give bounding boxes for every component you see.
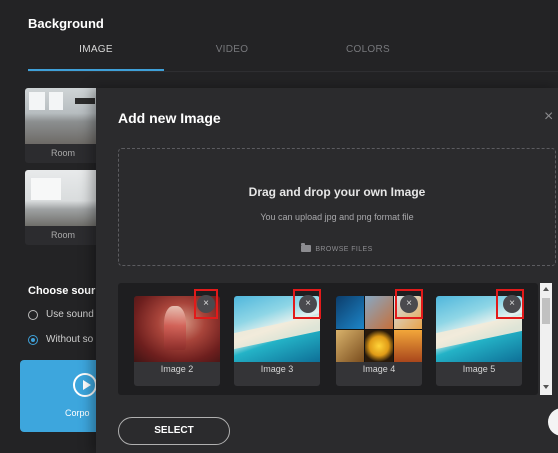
video-card[interactable]: Corpo [20, 360, 100, 432]
dropzone-title: Drag and drop your own Image [248, 185, 426, 199]
video-card-label: Corpo [65, 408, 90, 418]
use-sound-option[interactable]: Use sound [28, 309, 94, 320]
tab-image[interactable]: IMAGE [28, 44, 164, 55]
use-sound-label: Use sound [46, 309, 94, 320]
radio-selected-icon[interactable] [28, 334, 38, 345]
background-tabs: IMAGE VIDEO COLORS [28, 38, 558, 72]
gallery-scrollbar[interactable] [540, 283, 552, 395]
modal-title: Add new Image [118, 110, 221, 126]
room-card[interactable]: Room [25, 88, 101, 163]
image-label: Image 2 [160, 364, 194, 374]
scroll-up-icon[interactable] [543, 287, 549, 291]
image-gallery: Image 2 Image 3 Image 4 Image 5 × × × × [118, 283, 538, 395]
highlight-box [293, 289, 321, 319]
without-sound-label: Without so [46, 334, 94, 345]
room-thumbnail [25, 170, 101, 226]
tab-video[interactable]: VIDEO [164, 44, 300, 55]
add-image-modal: Add new Image × Drag and drop your own I… [96, 88, 558, 453]
tab-colors[interactable]: COLORS [300, 44, 436, 55]
room-thumbnail [25, 88, 101, 144]
browse-files-link[interactable]: BROWSE FILES [119, 243, 555, 253]
folder-icon [301, 243, 312, 252]
radio-icon[interactable] [28, 309, 38, 320]
image-label: Image 4 [362, 364, 396, 374]
highlight-box [395, 289, 423, 319]
play-icon[interactable] [73, 373, 97, 397]
room-label: Room [50, 148, 75, 158]
active-tab-underline [28, 69, 164, 71]
scrollbar-thumb[interactable] [542, 298, 550, 324]
room-card[interactable]: Room [25, 170, 101, 245]
without-sound-option[interactable]: Without so [28, 334, 93, 345]
highlight-box [496, 289, 524, 319]
tabs-divider [28, 71, 558, 72]
choose-sound-title: Choose sour [28, 285, 96, 297]
scroll-down-icon[interactable] [543, 385, 549, 389]
select-button[interactable]: SELECT [118, 417, 230, 445]
upload-dropzone[interactable]: Drag and drop your own Image You can upl… [118, 148, 556, 266]
highlight-box [194, 289, 218, 319]
image-label: Image 3 [260, 364, 294, 374]
image-label: Image 5 [462, 364, 496, 374]
dropzone-subtitle: You can upload jpg and png format file [260, 212, 414, 222]
browse-files-label: BROWSE FILES [315, 246, 373, 253]
close-icon[interactable]: × [544, 108, 553, 126]
room-label: Room [50, 230, 75, 240]
background-title: Background [28, 16, 104, 31]
